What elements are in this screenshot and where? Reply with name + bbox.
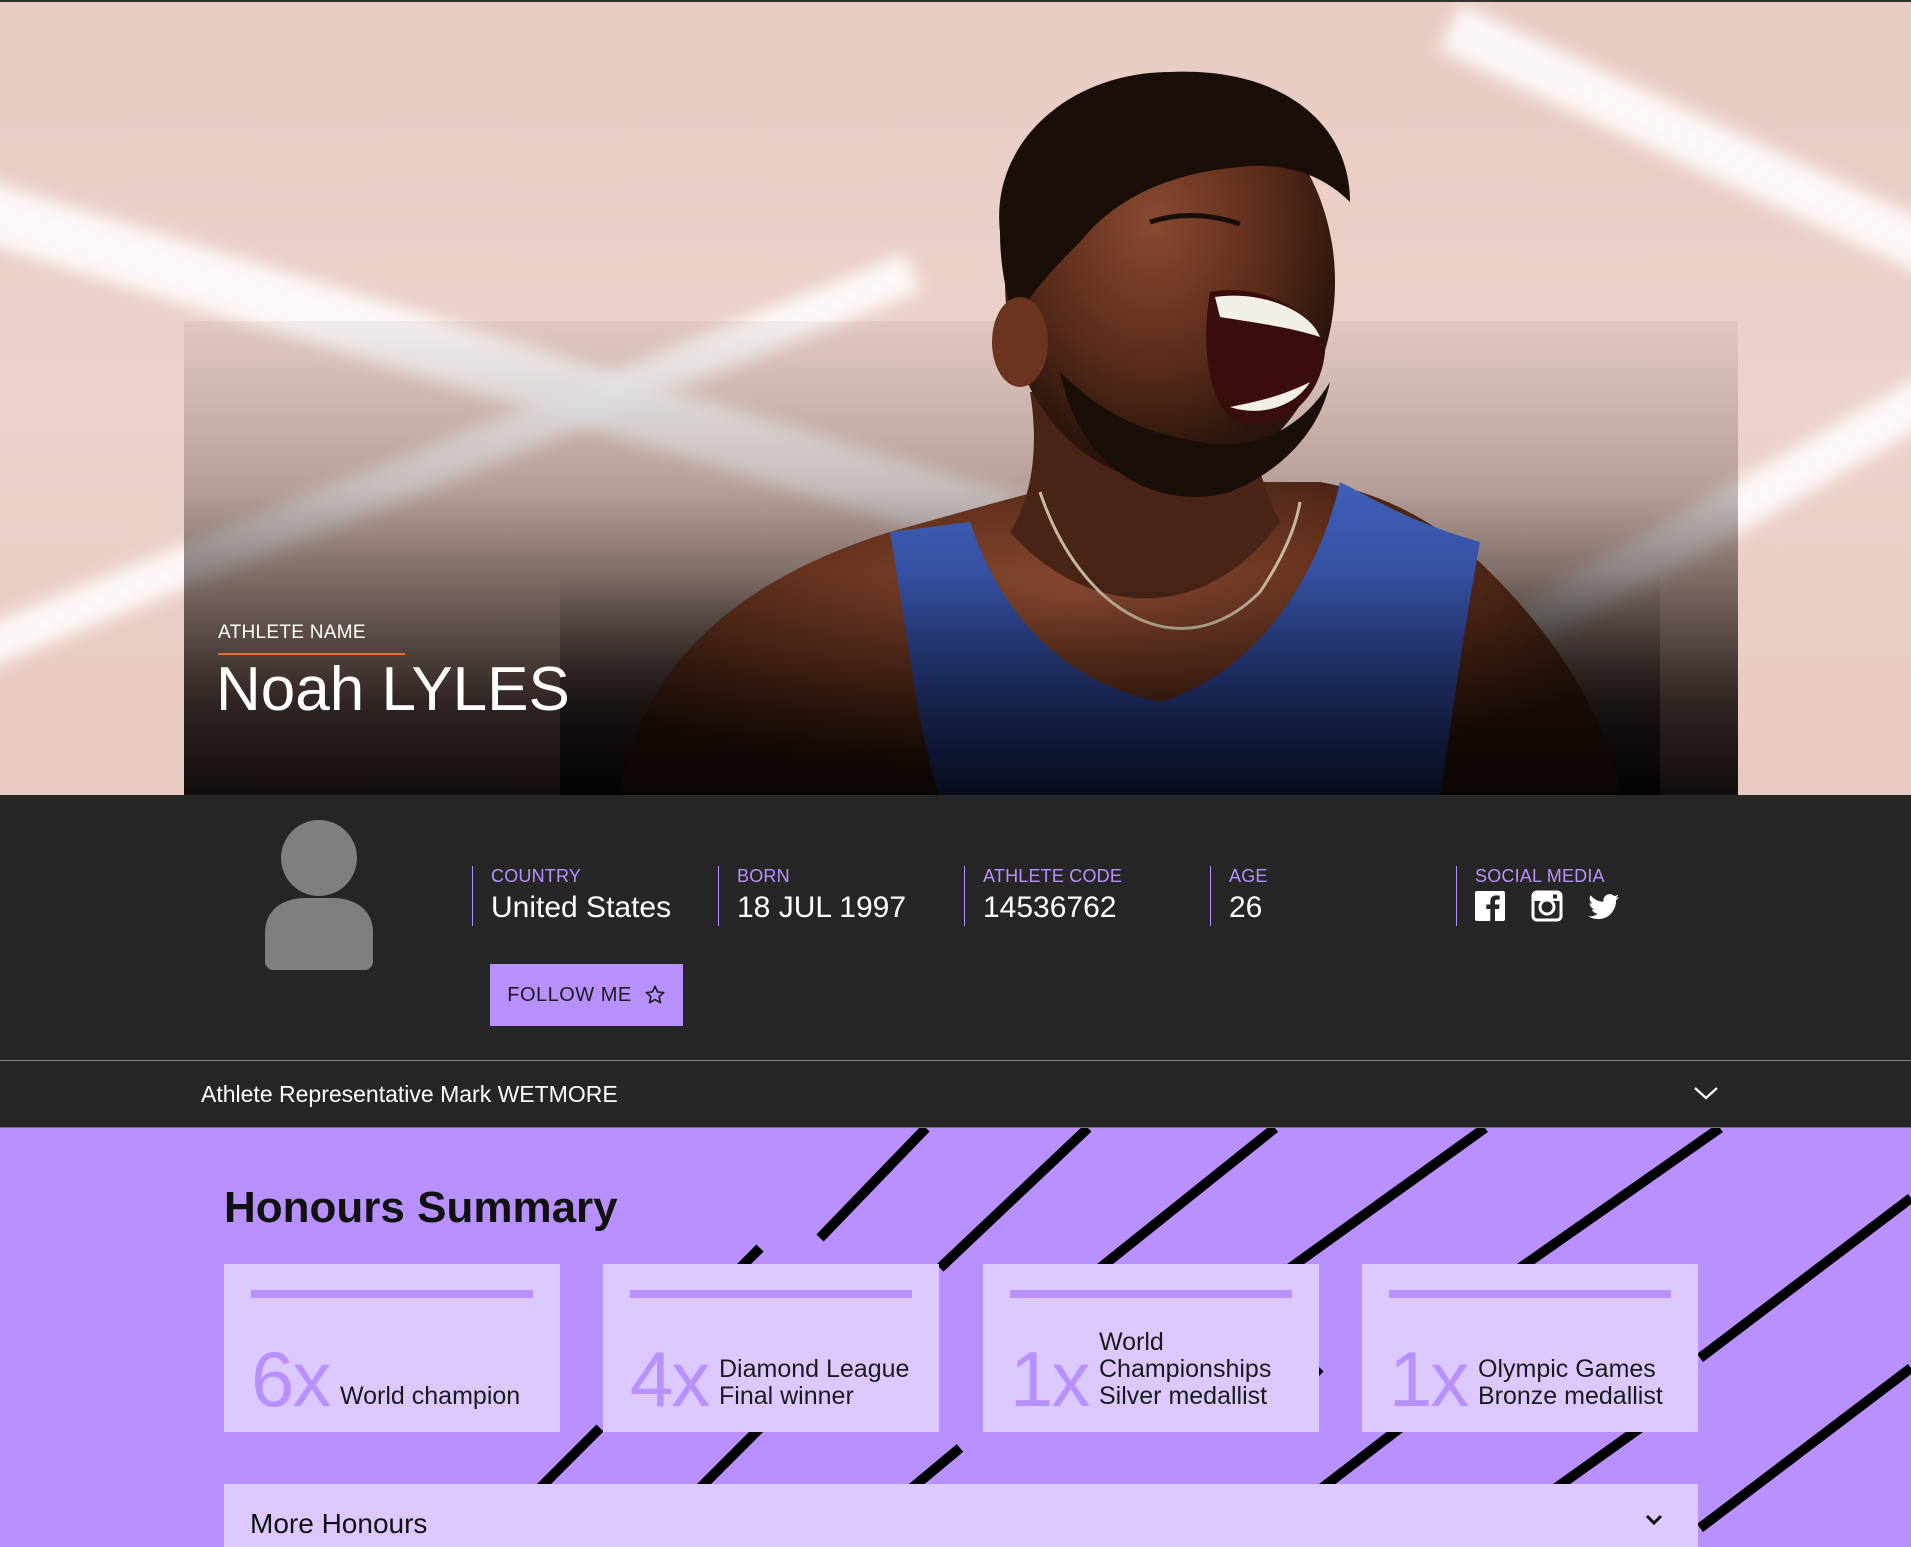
born-value: 18 JUL 1997 — [737, 891, 907, 924]
country-field: COUNTRY United States — [472, 866, 671, 926]
honour-count: 6x — [251, 1335, 331, 1423]
honour-description-line: World champion — [340, 1382, 521, 1410]
follow-me-button[interactable]: FOLLOW ME — [490, 964, 683, 1026]
honour-count: 1x — [1010, 1335, 1090, 1423]
honours-summary-section: Honours Summary 6x World champion 4x Dia… — [0, 1127, 1911, 1547]
facebook-icon[interactable] — [1474, 890, 1506, 922]
honour-description-line: Final winner — [719, 1382, 854, 1410]
honour-description-line: Diamond League — [719, 1355, 910, 1383]
honour-count: 4x — [630, 1335, 710, 1423]
honour-card: 1x World Championships Silver medallist — [983, 1264, 1319, 1432]
honour-description-line: World — [1099, 1328, 1164, 1356]
country-value: United States — [491, 891, 672, 924]
honour-description-line: Silver medallist — [1099, 1382, 1268, 1410]
honour-card: 6x World champion — [224, 1264, 560, 1432]
athlete-name-label: ATHLETE NAME — [218, 622, 366, 643]
card-accent-bar — [1389, 1290, 1671, 1298]
honour-description: Olympic Games Bronze medallist — [1478, 1356, 1663, 1410]
athlete-code-value: 14536762 — [983, 891, 1117, 924]
honour-card: 1x Olympic Games Bronze medallist — [1362, 1264, 1698, 1432]
honour-count: 1x — [1389, 1335, 1469, 1423]
social-links — [1474, 890, 1620, 922]
athlete-representative-text: Athlete Representative Mark WETMORE — [201, 1081, 618, 1107]
age-value: 26 — [1229, 891, 1263, 924]
athlete-name: Noah LYLES — [216, 655, 570, 724]
athlete-code-field: ATHLETE CODE 14536762 — [964, 866, 1122, 926]
chevron-down-icon[interactable] — [1693, 1083, 1719, 1103]
chevron-down-icon[interactable] — [1644, 1512, 1664, 1528]
honour-description: Diamond League Final winner — [719, 1356, 909, 1410]
athlete-representative-accordion[interactable]: Athlete Representative Mark WETMORE — [0, 1060, 1911, 1127]
athlete-code-label: ATHLETE CODE — [983, 866, 1123, 886]
born-field: BORN 18 JUL 1997 — [718, 866, 906, 926]
honour-description: World Championships Silver medallist — [1099, 1329, 1271, 1410]
more-honours-label: More Honours — [250, 1508, 428, 1539]
star-icon — [645, 985, 665, 1004]
twitter-icon[interactable] — [1588, 890, 1620, 922]
athlete-photo — [560, 71, 1660, 795]
more-honours-accordion[interactable]: More Honours — [224, 1484, 1698, 1547]
age-field: AGE 26 — [1210, 866, 1268, 926]
country-label: COUNTRY — [491, 866, 582, 886]
card-accent-bar — [251, 1290, 533, 1298]
card-accent-bar — [1010, 1290, 1292, 1298]
honour-description-line: Bronze medallist — [1478, 1382, 1663, 1410]
card-accent-bar — [630, 1290, 912, 1298]
honour-description: World champion — [340, 1383, 520, 1410]
avatar-placeholder-icon — [265, 820, 373, 970]
honour-description-line: Olympic Games — [1478, 1355, 1656, 1383]
honour-card: 4x Diamond League Final winner — [603, 1264, 939, 1432]
instagram-icon[interactable] — [1531, 890, 1563, 922]
follow-me-label: FOLLOW ME — [507, 983, 632, 1006]
honour-description-line: Championships — [1099, 1355, 1272, 1383]
social-media-label: SOCIAL MEDIA — [1475, 866, 1605, 886]
hero-banner: ATHLETE NAME Noah LYLES — [0, 0, 1911, 795]
born-label: BORN — [737, 866, 790, 886]
honours-summary-title: Honours Summary — [224, 1183, 618, 1232]
age-label: AGE — [1229, 866, 1268, 886]
